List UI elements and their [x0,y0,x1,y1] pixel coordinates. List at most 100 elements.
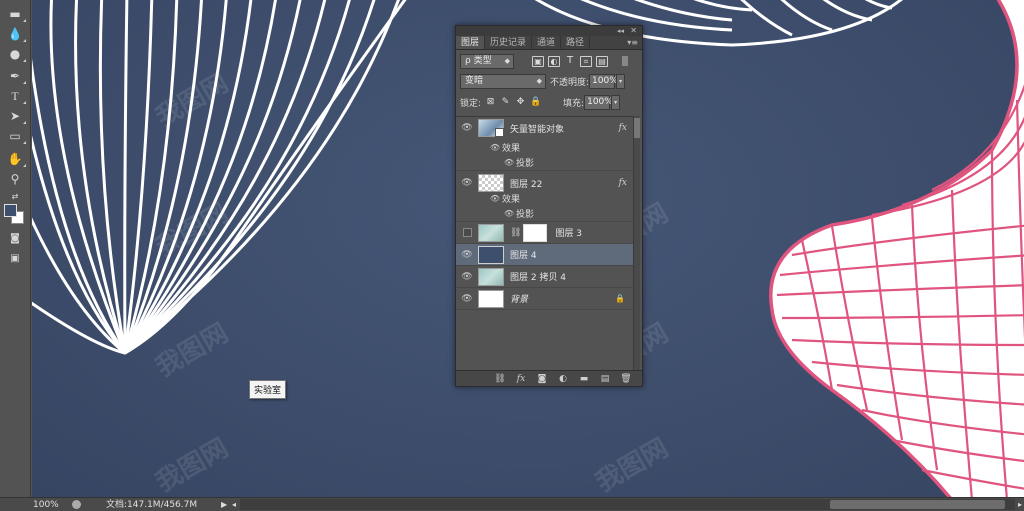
status-bar: 100% 文档:147.1M/456.7M ▶ ◂ ▸ [0,497,1024,511]
blend-row: 变暗 ◆ 不透明度: 100% ▾ [456,71,642,91]
layer-thumbnail [478,289,504,308]
tab-history[interactable]: 历史记录 [485,36,533,49]
tab-channels[interactable]: 通道 [532,36,562,49]
visibility-toggle[interactable] [463,228,472,237]
effects-label: 效果 [502,143,521,154]
link-icon[interactable]: ⛓ [510,228,521,238]
lock-row: 锁定: ⊠ ✎ ✥ 🔒 填充: 100% ▾ [456,92,642,112]
layer-row-selected[interactable]: 👁 图层 4 [456,244,633,266]
layer-name: 图层 4 [510,251,537,261]
collapse-icon[interactable]: ◂◂ [617,26,624,36]
opacity-label: 不透明度: [550,77,590,88]
lock-icon: 🔒 [615,294,625,303]
foreground-color-swatch[interactable] [4,204,17,217]
effect-row[interactable]: 👁 投影 [456,206,633,222]
add-style-icon[interactable]: fx [515,374,527,384]
filter-row: ρ 类型 ◆ ▣ ◐ T ⌗ ▤ [456,51,642,71]
quick-mask-icon[interactable]: ◙ [6,230,24,246]
effects-label: 效果 [502,194,521,205]
layer-row[interactable]: 👁 背景 🔒 [456,288,633,310]
scrollbar-thumb[interactable] [634,118,640,138]
visibility-eye-icon[interactable]: 👁 [488,143,502,152]
lock-all-icon[interactable]: 🔒 [530,97,541,108]
filter-smart-object-icon[interactable]: ▤ [596,55,608,67]
visibility-eye-icon[interactable]: 👁 [456,123,478,133]
fx-icon[interactable]: fx [619,178,627,188]
visibility-eye-icon[interactable]: 👁 [456,250,478,260]
panel-menu-icon[interactable]: ▾≡ [627,36,638,50]
visibility-eye-icon[interactable]: 👁 [502,209,516,218]
effects-row[interactable]: 👁 效果 [456,139,633,155]
opacity-input[interactable]: 100% [589,73,618,89]
fill-label: 填充: [563,98,585,109]
effects-row[interactable]: 👁 效果 [456,190,633,206]
fill-input[interactable]: 100% [584,94,613,110]
layers-panel: ◂◂ ✕ 图层 历史记录 通道 路径 ▾≡ ρ 类型 ◆ ▣ ◐ T ⌗ ▤ 变暗… [455,25,643,387]
path-selection-tool-icon[interactable]: ➤ [6,108,26,124]
layer-row[interactable]: 👁 图层 2 拷贝 4 [456,266,633,288]
status-icon [72,500,81,509]
screen-mode-icon[interactable]: ▣ [6,250,24,266]
visibility-eye-icon[interactable]: 👁 [456,178,478,188]
filter-type-dropdown[interactable]: ρ 类型 ◆ [460,53,514,69]
tab-paths[interactable]: 路径 [561,36,591,49]
visibility-eye-icon[interactable]: 👁 [456,294,478,304]
scroll-right-icon[interactable]: ▸ [1018,499,1022,511]
layer-thumbnail [478,223,504,242]
status-menu-arrow-icon[interactable]: ▶ [221,499,227,511]
swap-colors-icon[interactable]: ⇄ [6,188,24,204]
blend-mode-dropdown[interactable]: 变暗 ◆ [460,73,546,89]
filter-adjustment-icon[interactable]: ◐ [548,55,560,67]
panel-bottom-bar: ⛓ fx ◙ ◐ ▬ ▤ 🗑 [456,370,642,386]
filter-type-icon[interactable]: T [564,55,576,67]
type-tool-icon[interactable]: T [6,88,26,104]
link-layers-icon[interactable]: ⛓ [494,374,506,384]
scroll-left-icon[interactable]: ◂ [232,499,236,511]
pen-tool-icon[interactable]: ✒ [6,68,26,84]
tools-panel: ▬ 💧 ● ✒ T ➤ ▭ ✋ ⚲ ⇄ ◙ ▣ [0,0,31,497]
lock-image-icon[interactable]: ✎ [500,97,511,108]
lock-label: 锁定: [460,98,482,109]
visibility-eye-icon[interactable]: 👁 [502,158,516,167]
zoom-tool-icon[interactable]: ⚲ [6,171,24,187]
visibility-eye-icon[interactable]: 👁 [488,194,502,203]
layer-name: 图层 3 [555,229,583,239]
fx-icon[interactable]: fx [619,123,627,133]
horizontal-scrollbar[interactable] [240,499,1015,510]
layer-thumbnail [478,119,504,137]
tab-layers[interactable]: 图层 [456,36,486,49]
new-layer-icon[interactable]: ▤ [599,374,611,384]
layer-name: 矢量智能对象 [510,124,565,135]
panel-titlebar[interactable]: ◂◂ ✕ [456,26,642,36]
layer-thumbnail [478,245,504,264]
blur-tool-icon[interactable]: 💧 [6,26,26,42]
filter-shape-icon[interactable]: ⌗ [580,55,592,67]
gradient-tool-icon[interactable]: ▬ [6,6,26,22]
adjustment-layer-icon[interactable]: ◐ [557,374,569,384]
filter-pixel-icon[interactable]: ▣ [532,55,544,67]
effect-name: 投影 [516,210,535,220]
layer-row[interactable]: 👁 矢量智能对象 fx [456,117,633,139]
lock-transparent-icon[interactable]: ⊠ [485,97,496,108]
filter-toggle[interactable] [622,56,628,66]
layer-mask-thumbnail[interactable] [523,223,548,242]
zoom-level[interactable]: 100% [33,499,59,511]
add-mask-icon[interactable]: ◙ [536,374,548,384]
opacity-dropdown-icon[interactable]: ▾ [616,73,626,89]
close-icon[interactable]: ✕ [630,26,637,36]
effect-row[interactable]: 👁 投影 [456,155,633,171]
tooltip: 实验室 [249,380,287,399]
lock-position-icon[interactable]: ✥ [515,97,526,108]
layers-list: 👁 矢量智能对象 fx 👁 效果 👁 投影 👁 图层 22 fx 👁 效果 👁 … [456,116,633,370]
delete-layer-icon[interactable]: 🗑 [620,374,632,384]
layer-row[interactable]: ⛓ 图层 3 [456,222,633,244]
layers-scrollbar[interactable] [633,116,640,370]
document-info[interactable]: 文档:147.1M/456.7M [106,499,197,511]
fill-dropdown-icon[interactable]: ▾ [611,94,621,110]
visibility-eye-icon[interactable]: 👁 [456,272,478,282]
rectangle-tool-icon[interactable]: ▭ [6,128,26,144]
hand-tool-icon[interactable]: ✋ [6,151,26,167]
new-group-icon[interactable]: ▬ [578,374,590,384]
dodge-tool-icon[interactable]: ● [6,46,26,62]
scrollbar-thumb[interactable] [830,500,1005,509]
